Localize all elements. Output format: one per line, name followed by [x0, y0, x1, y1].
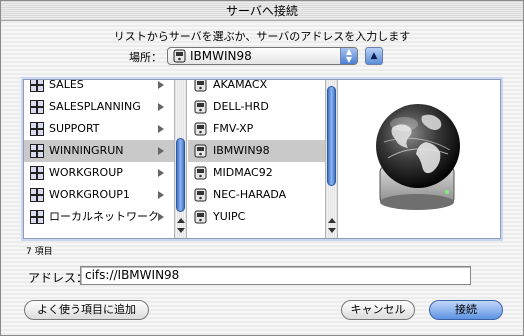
item-label: WORKGROUP1 [49, 188, 130, 201]
item-label: WINNINGRUN [49, 144, 124, 157]
scroll-thumb[interactable] [176, 138, 185, 212]
item-label: SALESPLANNING [49, 100, 141, 113]
server-icon [194, 122, 208, 136]
server-icon [173, 49, 186, 66]
list-item[interactable]: YUIPC [188, 206, 325, 228]
list-item[interactable]: FMV-XP [188, 118, 325, 140]
disclosure-arrow-icon [158, 81, 164, 89]
disclosure-arrow-icon [158, 169, 164, 177]
list-item[interactable]: SALES [24, 80, 174, 96]
item-label: NEC-HARADA [213, 188, 287, 201]
up-arrow-icon: ▲ [370, 51, 378, 61]
connect-to-server-dialog: サーバへ接続 リストからサーバを選ぶか、サーバのアドレスを入力します 場所： I… [0, 0, 524, 336]
server-browser: SALES SALESPLANNING SUPPORT WINNINGRUN W [23, 79, 501, 239]
workgroup-column: SALES SALESPLANNING SUPPORT WINNINGRUN W [24, 80, 174, 238]
location-value: IBMWIN98 [190, 49, 252, 63]
add-to-favorites-button[interactable]: よく使う項目に追加 [24, 300, 149, 320]
list-item-selected[interactable]: WINNINGRUN [24, 140, 174, 162]
workgroup-icon [30, 144, 44, 158]
disclosure-arrow-icon [158, 191, 164, 199]
workgroup-icon [30, 166, 44, 180]
disclosure-arrow-icon [158, 147, 164, 155]
server-column: AKAMACX DELL-HRD FMV-XP IBMWIN98 MIDMAC9… [188, 80, 325, 238]
disclosure-arrow-icon [158, 125, 164, 133]
item-label: WORKGROUP [49, 166, 123, 179]
item-count: 7 項目 [26, 247, 53, 257]
scroll-down-icon[interactable] [328, 228, 336, 233]
connect-button[interactable]: 接続 [429, 300, 503, 320]
server-icon [194, 210, 208, 224]
item-label: MIDMAC92 [213, 166, 273, 179]
workgroup-scrollbar[interactable] [174, 80, 187, 238]
location-label: 場所： [129, 51, 162, 64]
workgroup-icon [30, 210, 44, 224]
list-item[interactable]: ローカルネットワーク [24, 206, 174, 228]
address-label: アドレス： [28, 271, 89, 285]
item-label: ローカルネットワーク [49, 210, 159, 223]
item-label: FMV-XP [213, 122, 254, 135]
server-icon [194, 166, 208, 180]
scroll-thumb[interactable] [327, 86, 336, 186]
list-item[interactable]: WORKGROUP [24, 162, 174, 184]
list-item[interactable]: AKAMACX [188, 80, 325, 96]
list-item[interactable]: NEC-HARADA [188, 184, 325, 206]
list-item[interactable]: SALESPLANNING [24, 96, 174, 118]
workgroup-icon [30, 100, 44, 114]
location-popup[interactable]: IBMWIN98 ▲ ▼ [167, 47, 358, 65]
back-button[interactable]: ▲ [365, 47, 383, 65]
list-item[interactable]: SUPPORT [24, 118, 174, 140]
server-icon [194, 80, 208, 92]
item-label: IBMWIN98 [213, 144, 270, 157]
preview-pane [340, 80, 500, 238]
server-icon [194, 144, 208, 158]
list-item[interactable]: MIDMAC92 [188, 162, 325, 184]
scroll-down-icon[interactable] [177, 228, 185, 233]
popup-arrows-icon: ▲ ▼ [340, 48, 357, 64]
workgroup-icon [30, 80, 44, 92]
item-label: SUPPORT [49, 122, 100, 135]
cancel-button[interactable]: キャンセル [341, 300, 415, 320]
workgroup-icon [30, 188, 44, 202]
disclosure-arrow-icon [158, 103, 164, 111]
list-item-selected[interactable]: IBMWIN98 [188, 140, 325, 162]
address-field[interactable]: cifs://IBMWIN98 [80, 266, 471, 285]
globe-drive-icon [376, 104, 460, 210]
window-title: サーバへ接続 [1, 1, 523, 21]
item-label: SALES [49, 80, 84, 91]
scroll-up-icon[interactable] [328, 218, 336, 223]
server-scrollbar[interactable] [325, 80, 338, 238]
scroll-up-icon[interactable] [177, 218, 185, 223]
item-label: DELL-HRD [213, 100, 269, 113]
list-item[interactable]: DELL-HRD [188, 96, 325, 118]
workgroup-icon [30, 122, 44, 136]
disclosure-arrow-icon [158, 213, 164, 221]
item-label: AKAMACX [213, 80, 268, 91]
item-label: YUIPC [213, 210, 246, 223]
instruction-text: リストからサーバを選ぶか、サーバのアドレスを入力します [113, 30, 411, 43]
server-icon [194, 188, 208, 202]
server-icon [194, 100, 208, 114]
list-item[interactable]: WORKGROUP1 [24, 184, 174, 206]
